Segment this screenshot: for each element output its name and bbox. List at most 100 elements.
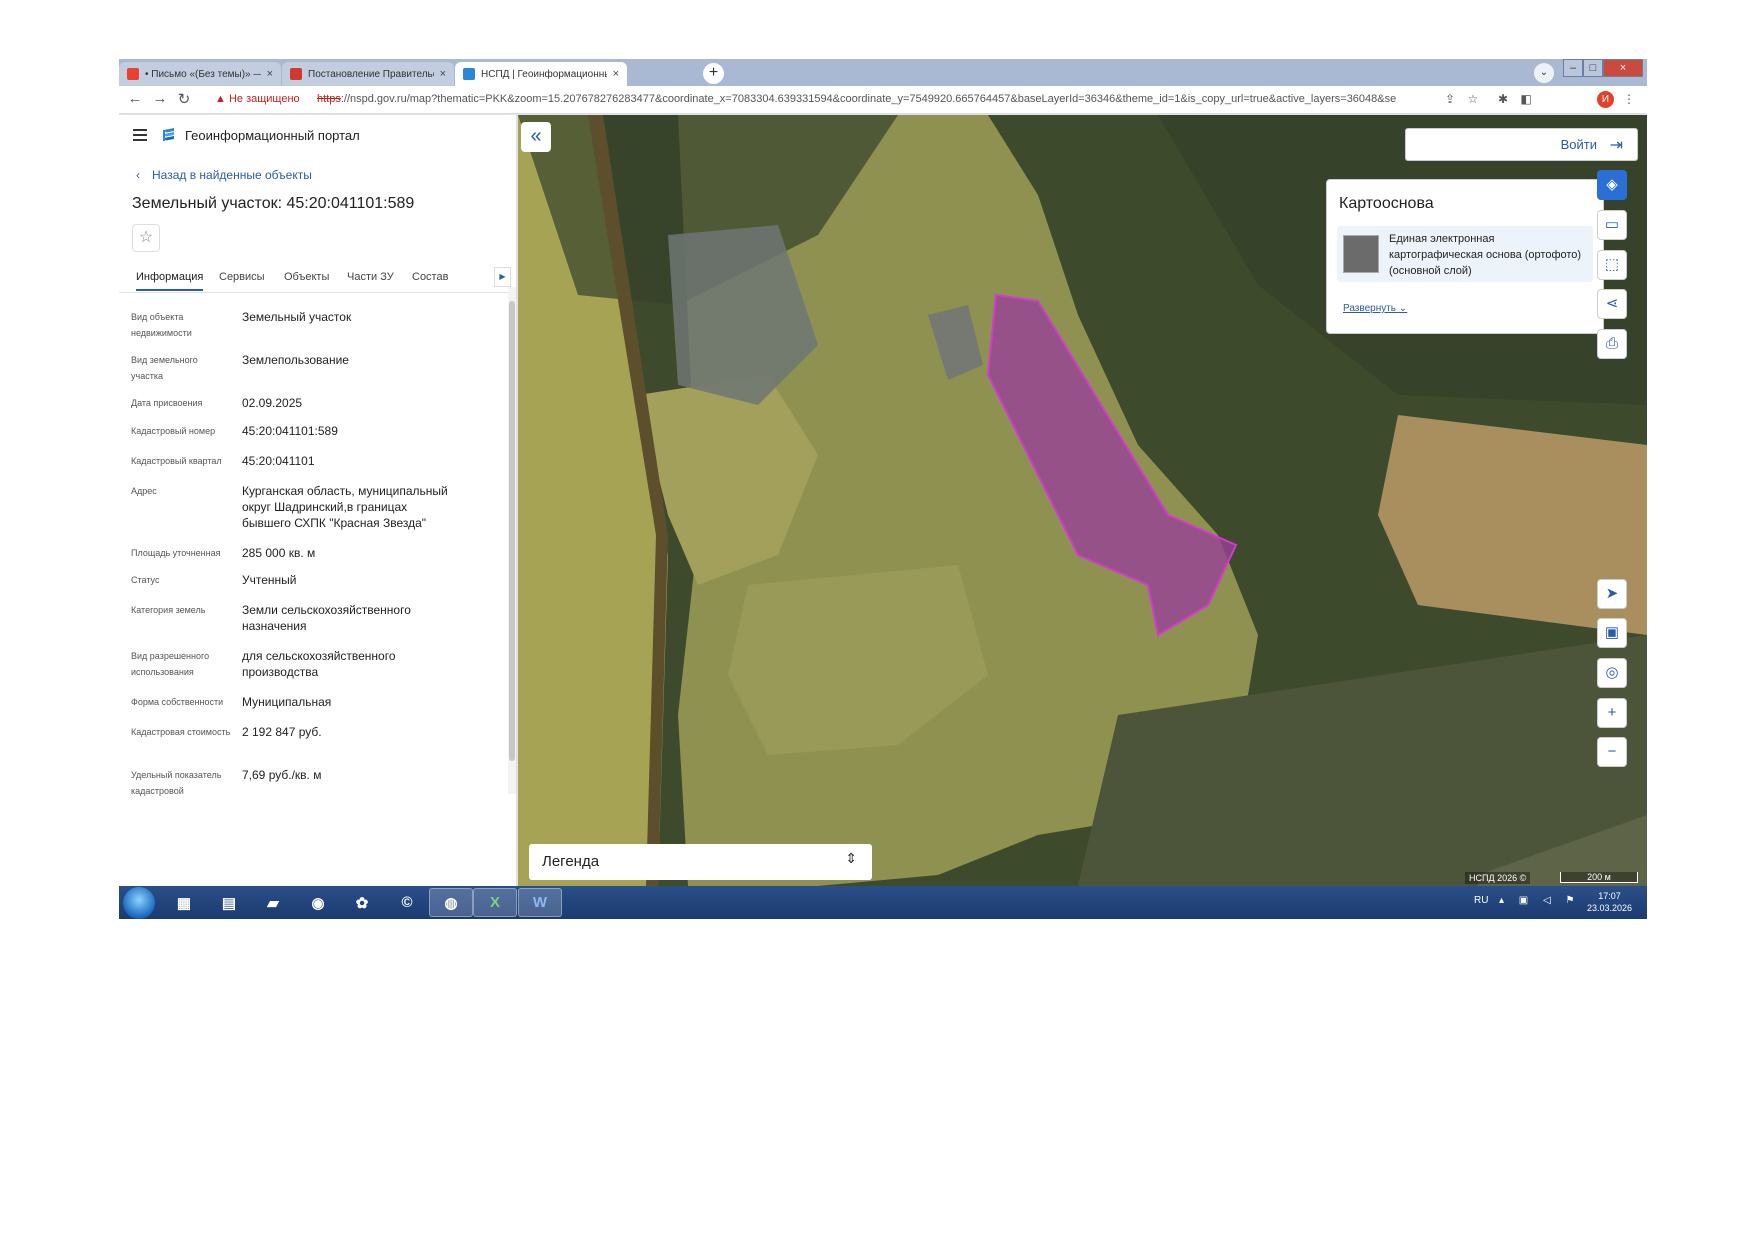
back-arrow-icon[interactable]: ← xyxy=(125,90,145,107)
bookmark-star-icon[interactable]: ☆ xyxy=(1465,91,1481,107)
screenshot: • Письмо «(Без темы)» — Отде × Постановл… xyxy=(119,59,1647,919)
address-bar: ← → ↻ ▲ Не защищено https://nspd.gov.ru/… xyxy=(119,86,1647,114)
tab-objects[interactable]: Объекты xyxy=(284,271,329,283)
property-label: Кадастровый квартал xyxy=(131,456,222,466)
paint-icon[interactable]: ✿ xyxy=(340,888,384,917)
notes-icon[interactable]: ▤ xyxy=(207,888,251,917)
tabs-next-icon[interactable]: ▶ xyxy=(494,267,511,287)
tab-government[interactable]: Постановление Правительства × xyxy=(282,62,454,86)
tab-close-icon[interactable]: × xyxy=(440,68,446,80)
word-icon[interactable]: W xyxy=(518,888,562,917)
minimize-icon[interactable]: – xyxy=(1563,59,1583,77)
property-value: для сельскохозяйственного производства xyxy=(242,649,396,679)
portal-name: Геоинформационный портал xyxy=(185,128,360,143)
share-icon[interactable]: ⋖ xyxy=(1597,289,1627,319)
property-value: 285 000 кв. м xyxy=(242,546,316,560)
browser-c-icon[interactable]: © xyxy=(385,888,429,917)
legend-dropdown[interactable]: Легенда ⇕ xyxy=(529,844,872,880)
tab-close-icon[interactable]: × xyxy=(267,68,273,80)
file-manager-icon[interactable]: ▦ xyxy=(162,888,206,917)
map-canvas[interactable]: « Войти ⇥ Картооснова Единая электронная… xyxy=(518,115,1647,886)
property-value: 02.09.2025 xyxy=(242,396,303,410)
property-value: Курганская область, муниципальный округ … xyxy=(242,484,448,530)
tab-information[interactable]: Информация xyxy=(136,271,204,291)
property-label: Вид земельного участка xyxy=(131,355,198,381)
clock[interactable]: 17:07 23.03.2026 xyxy=(1582,890,1637,914)
security-warning[interactable]: ▲ Не защищено xyxy=(215,93,300,105)
share-icon[interactable]: ⇪ xyxy=(1442,91,1458,107)
zoom-in-icon[interactable]: + xyxy=(1597,698,1627,728)
expand-link[interactable]: Развернуть ⌄ xyxy=(1343,303,1407,314)
object-title: Земельный участок: 45:20:041101:589 xyxy=(132,195,415,212)
print-icon[interactable]: ⎙ xyxy=(1597,329,1627,359)
tab-search-icon[interactable]: ⌄ xyxy=(1534,63,1554,83)
basemap-layer-card[interactable]: Единая электронная картографическая осно… xyxy=(1337,226,1593,282)
basemap-layer-name: Единая электронная картографическая осно… xyxy=(1389,233,1582,277)
tab-close-icon[interactable]: × xyxy=(613,68,619,80)
url-field[interactable]: https://nspd.gov.ru/map?thematic=PKK&zoo… xyxy=(317,93,1397,105)
property-value: 7,69 руб./кв. м xyxy=(242,768,322,782)
property-label: Площадь уточненная xyxy=(131,548,221,558)
map-attribution: НСПД 2026 © xyxy=(1465,872,1531,884)
tab-services[interactable]: Сервисы xyxy=(219,271,265,283)
zoom-out-icon[interactable]: − xyxy=(1597,737,1627,767)
property-value: Муниципальная xyxy=(242,695,332,709)
tab-nspd[interactable]: НСПД | Геоинформационный п × xyxy=(455,62,627,86)
tray-icons[interactable]: ▴ ▣ ◁ ⚑ xyxy=(1499,895,1580,906)
tab-parts[interactable]: Части ЗУ xyxy=(347,271,394,283)
taskbar: ▦ ▤ ▰ ◉ ✿ © ◍ X W RU ▴ ▣ ◁ ⚑ 17:07 23.03… xyxy=(119,886,1647,919)
hamburger-menu-icon[interactable] xyxy=(133,129,147,141)
explorer-icon[interactable]: ▰ xyxy=(251,888,295,917)
locate-arrow-icon[interactable]: ➤ xyxy=(1597,579,1627,609)
system-tray: RU ▴ ▣ ◁ ⚑ 17:07 23.03.2026 xyxy=(1474,886,1647,919)
scrollbar-thumb[interactable] xyxy=(509,301,515,761)
tab-mail[interactable]: • Письмо «(Без темы)» — Отде × xyxy=(119,62,281,86)
minimap-icon[interactable]: ▣ xyxy=(1597,618,1627,648)
property-label: Дата присвоения xyxy=(131,398,203,408)
mail-icon xyxy=(127,68,139,80)
collapse-panel-icon[interactable]: « xyxy=(521,122,551,152)
portal-logo-icon xyxy=(163,128,174,141)
side-panel-icon[interactable]: ◧ xyxy=(1518,91,1534,107)
tab-strip: • Письмо «(Без темы)» — Отде × Постановл… xyxy=(119,59,1647,86)
profile-avatar[interactable]: И xyxy=(1597,91,1614,108)
new-tab-button[interactable]: + xyxy=(703,63,724,84)
login-icon: ⇥ xyxy=(1609,137,1623,154)
reload-icon[interactable]: ↻ xyxy=(174,90,194,108)
security-icon[interactable]: ◉ xyxy=(296,888,340,917)
property-list: Вид объекта недвижимости Земельный участ… xyxy=(119,301,509,886)
chevron-down-icon: ⌄ xyxy=(1398,303,1408,314)
property-label: Кадастровая стоимость xyxy=(131,727,231,737)
search-location-icon[interactable]: ◎ xyxy=(1597,658,1627,688)
property-value: Земельный участок xyxy=(242,310,352,324)
property-value: Земли сельскохозяйственного назначения xyxy=(242,603,411,633)
close-window-icon[interactable]: × xyxy=(1603,59,1643,77)
ruler-icon[interactable]: ▭ xyxy=(1597,210,1627,240)
language-indicator[interactable]: RU xyxy=(1474,895,1488,906)
property-label: Форма собственности xyxy=(131,697,224,707)
maximize-icon[interactable]: □ xyxy=(1583,59,1603,77)
property-value: 45:20:041101:589 xyxy=(242,424,338,438)
property-label: Вид объекта недвижимости xyxy=(131,312,192,338)
extensions-icon[interactable]: ✱ xyxy=(1495,91,1511,107)
orthophoto-thumbnail xyxy=(1343,235,1379,273)
panel-scrollbar[interactable] xyxy=(508,287,516,794)
login-button[interactable]: Войти ⇥ xyxy=(1405,128,1638,161)
property-label: Вид разрешенного использования xyxy=(131,651,210,677)
back-to-results-link[interactable]: ‹ Назад в найденные объекты xyxy=(136,168,312,182)
favorite-star-icon[interactable]: ☆ xyxy=(132,224,160,252)
area-select-icon[interactable]: ⬚ xyxy=(1597,250,1627,280)
tab-composition[interactable]: Состав xyxy=(412,271,448,283)
excel-icon[interactable]: X xyxy=(473,888,517,917)
start-button[interactable] xyxy=(123,887,155,919)
flag-icon xyxy=(290,68,302,80)
basemap-title: Картооснова xyxy=(1339,195,1434,212)
forward-arrow-icon[interactable]: → xyxy=(150,90,170,107)
property-label: Удельный показатель кадастровой xyxy=(131,770,222,796)
chrome-icon[interactable]: ◍ xyxy=(429,888,473,917)
menu-dots-icon[interactable]: ⋮ xyxy=(1621,91,1637,107)
property-label: Категория земель xyxy=(131,605,206,615)
property-value: Учтенный xyxy=(242,573,297,587)
layers-icon[interactable]: ◈ xyxy=(1597,170,1627,200)
scale-bar: 200 м xyxy=(1560,872,1638,883)
